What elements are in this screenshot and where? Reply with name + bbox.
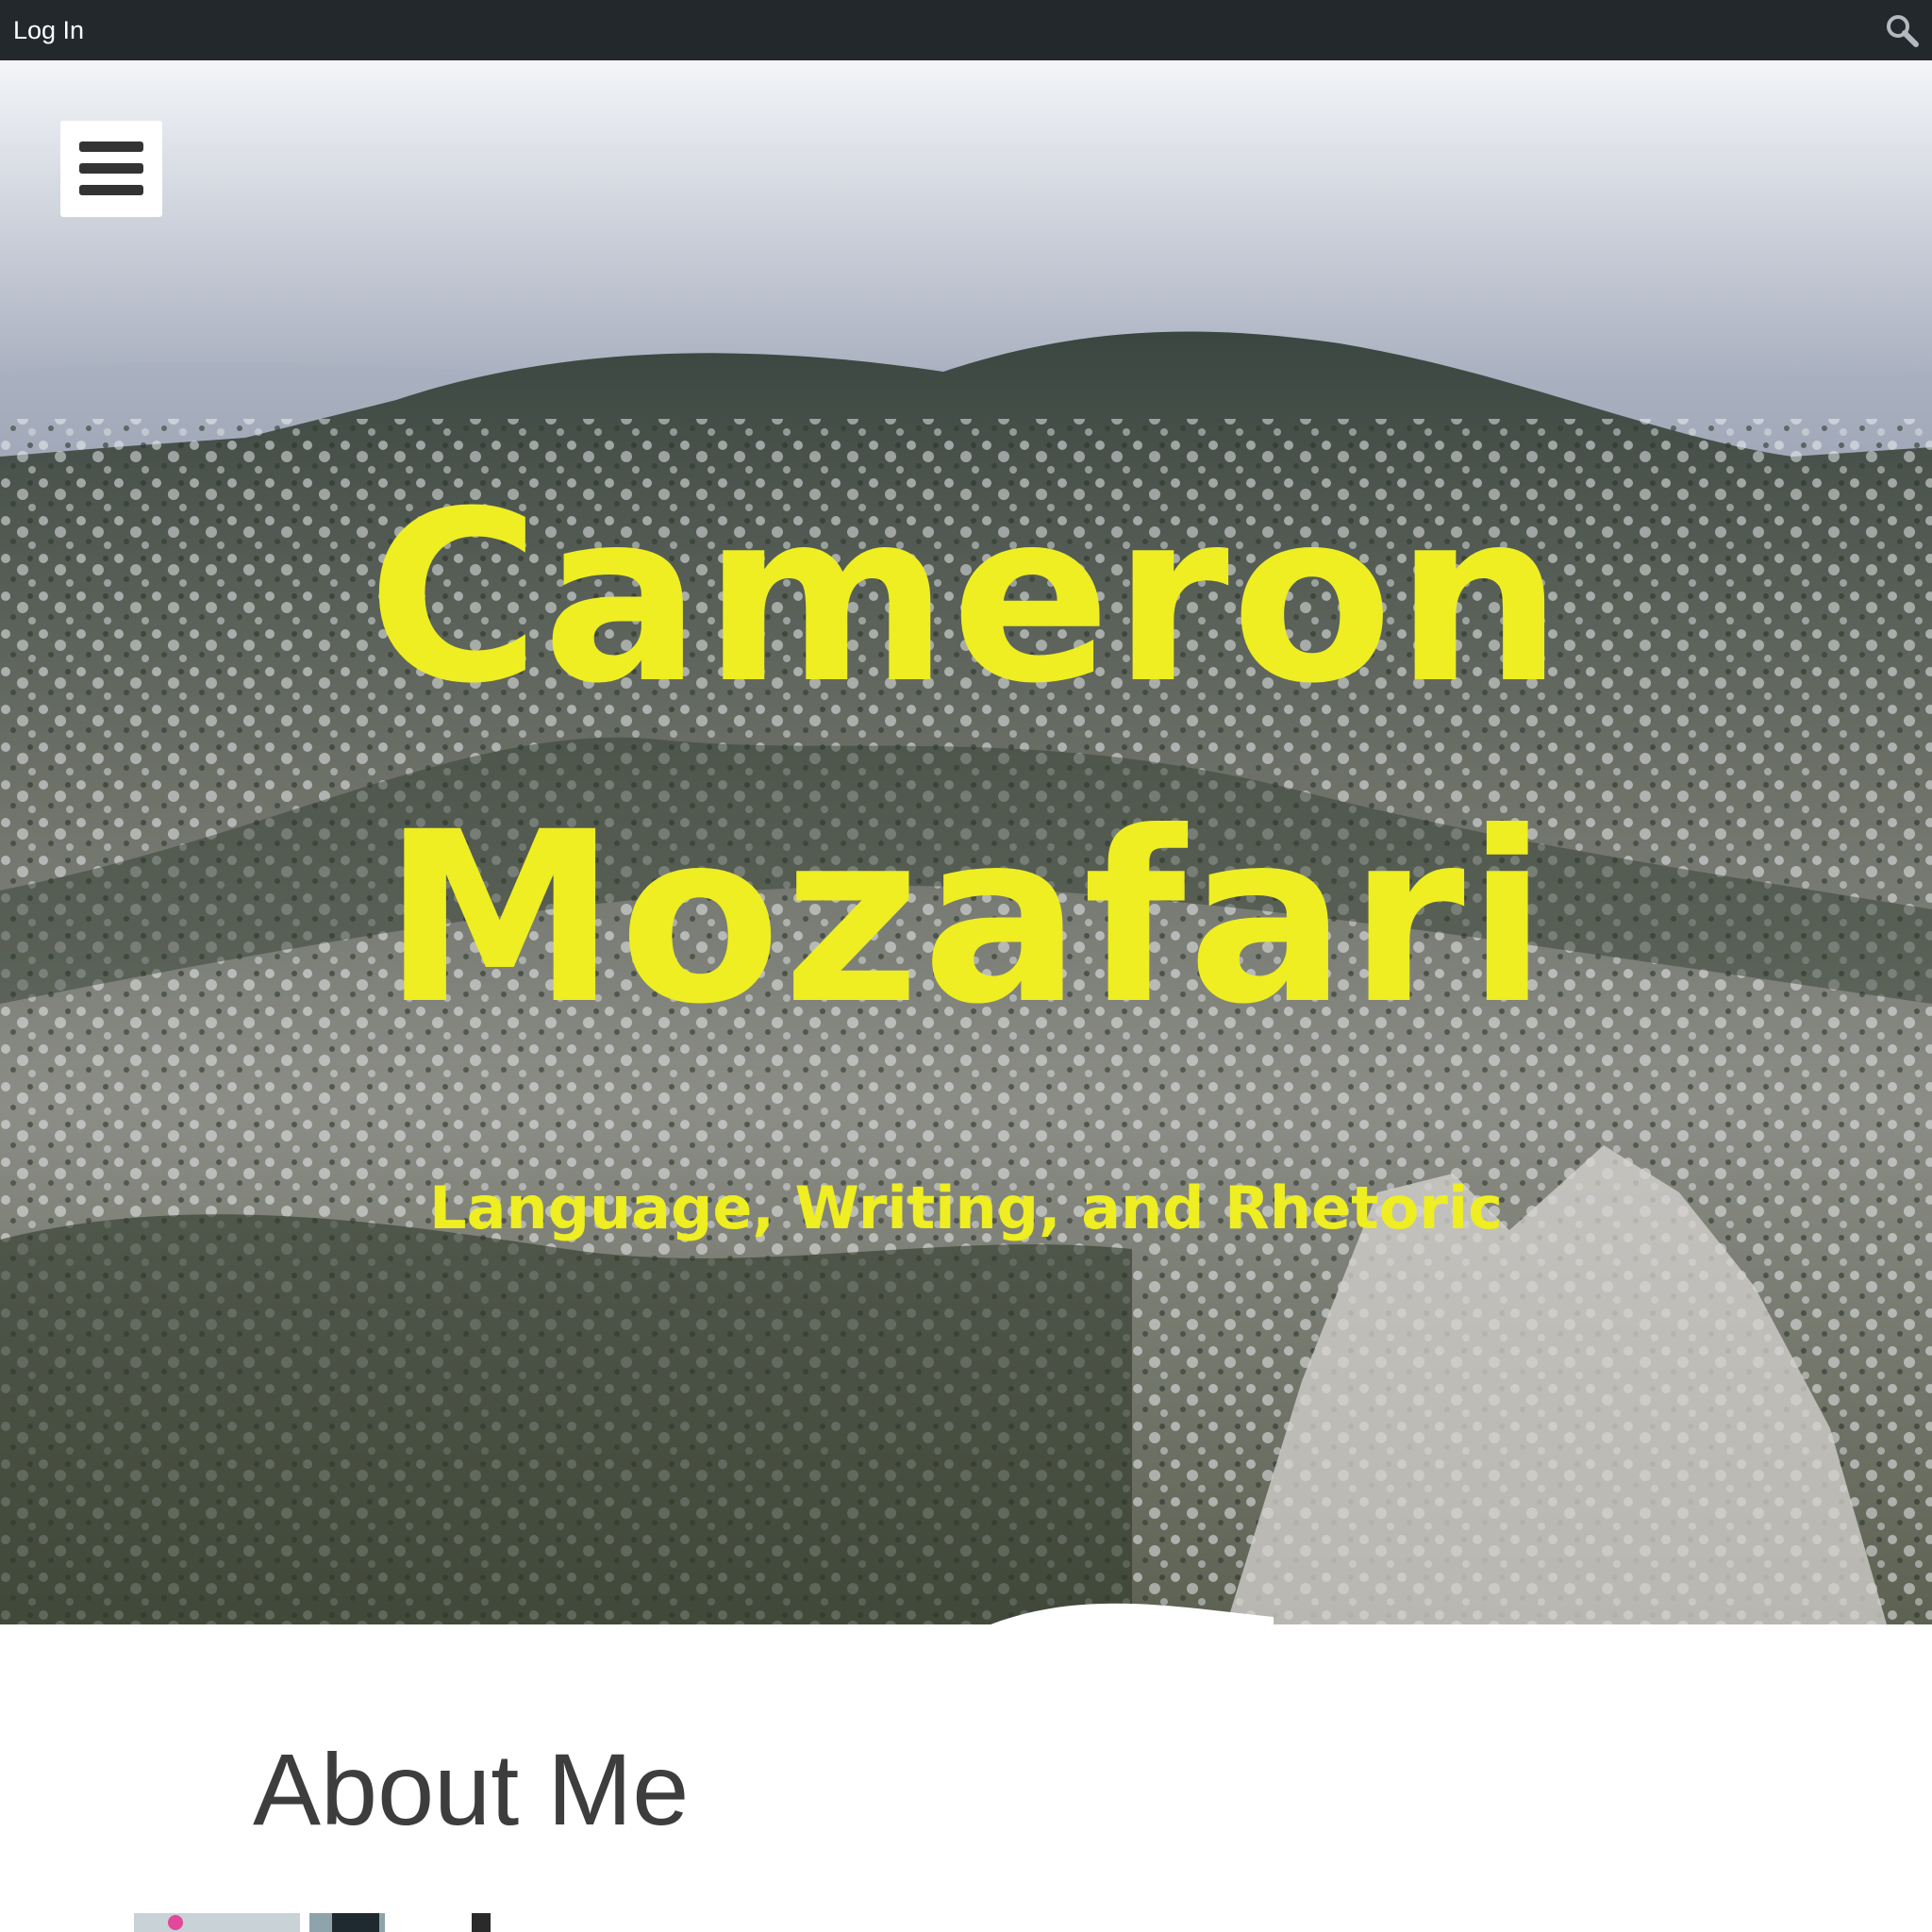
hero-header: Cameron Mozafari Language, Writing, and … xyxy=(0,60,1932,1624)
main-content: About Me xyxy=(0,1624,1932,1932)
menu-toggle-button[interactable] xyxy=(60,121,162,217)
search-icon[interactable] xyxy=(1885,13,1919,47)
admin-bar: Log In xyxy=(0,0,1932,60)
site-tagline: Language, Writing, and Rhetoric xyxy=(429,1174,1503,1242)
about-image xyxy=(134,1913,496,1932)
page-title: About Me xyxy=(253,1732,690,1846)
login-link[interactable]: Log In xyxy=(13,13,84,47)
site-title[interactable]: Cameron Mozafari xyxy=(0,438,1932,1079)
site-title-line-1: Cameron xyxy=(367,460,1565,735)
site-title-line-2: Mozafari xyxy=(382,781,1550,1056)
